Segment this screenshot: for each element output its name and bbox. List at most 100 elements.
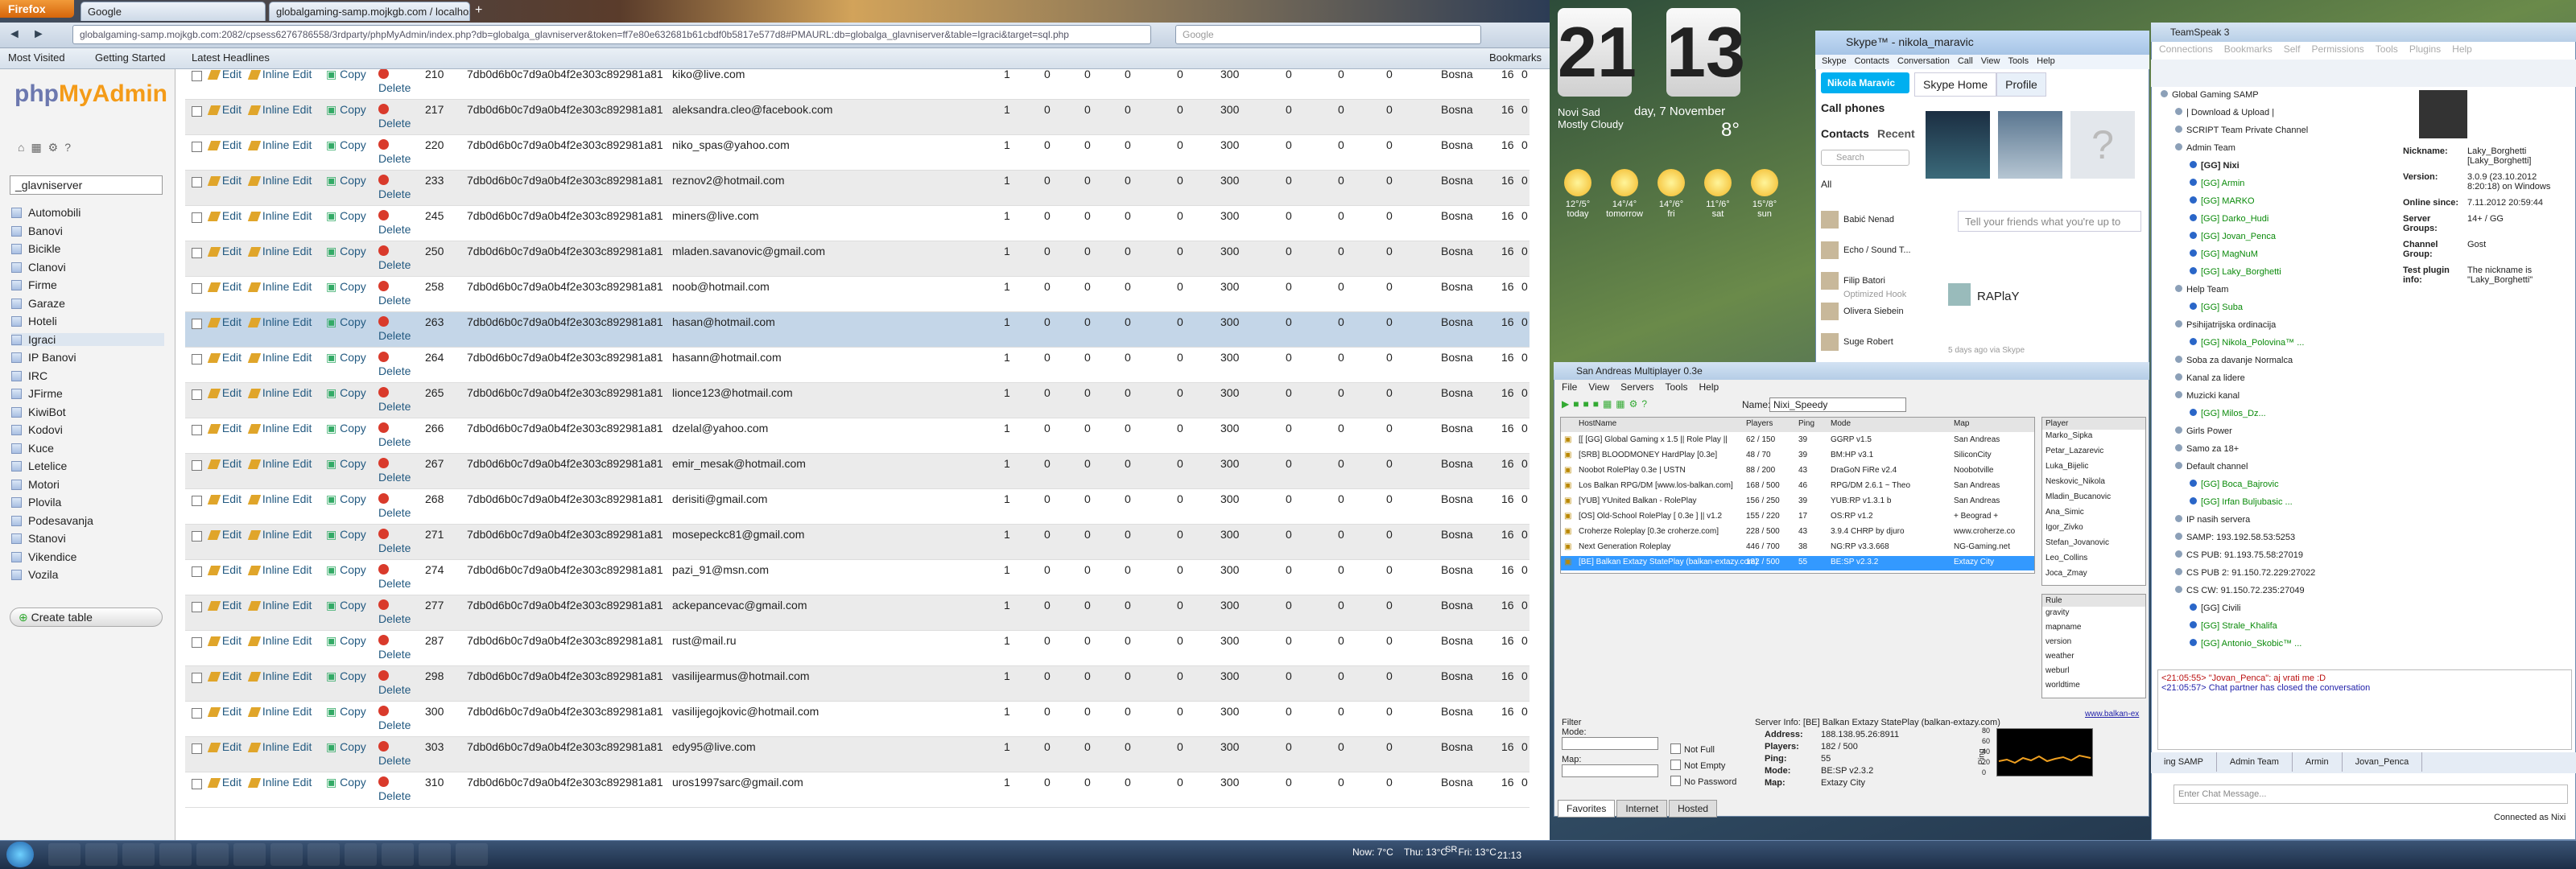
edit-link[interactable]: Edit bbox=[207, 528, 242, 541]
ie-taskbar-icon[interactable] bbox=[419, 843, 451, 866]
checkbox[interactable] bbox=[192, 389, 202, 400]
skype-profile-tab[interactable]: Profile bbox=[1996, 72, 2046, 97]
skype-contact[interactable]: Filip Batori Optimized Hook bbox=[1821, 272, 1906, 299]
inline-edit-link[interactable]: Inline Edit bbox=[247, 528, 312, 541]
copy-link[interactable]: ▣ Copy bbox=[326, 280, 366, 294]
samp-name-input[interactable]: Nixi_Speedy bbox=[1769, 397, 1906, 412]
checkbox[interactable] bbox=[192, 496, 202, 506]
delete-link[interactable]: Delete bbox=[378, 455, 411, 484]
samp-tab[interactable]: Hosted bbox=[1669, 800, 1718, 818]
ts3-taskbar-icon[interactable] bbox=[456, 843, 488, 866]
samp-column-header[interactable]: Map bbox=[1954, 419, 1969, 428]
row-checkbox[interactable] bbox=[192, 425, 202, 438]
checkbox[interactable] bbox=[192, 283, 202, 294]
samp-menu-item[interactable]: File bbox=[1562, 381, 1577, 393]
copy-link[interactable]: ▣ Copy bbox=[326, 740, 366, 754]
table-item[interactable]: Plovila bbox=[11, 496, 61, 509]
explorer-taskbar-icon[interactable] bbox=[122, 843, 155, 866]
row-checkbox[interactable] bbox=[192, 637, 202, 650]
checkbox[interactable] bbox=[1670, 743, 1681, 754]
inline-edit-link[interactable]: Inline Edit bbox=[247, 69, 312, 80]
table-row[interactable]: Edit Inline Edit ▣ Copy Delete 266 7db0d6b0c… bbox=[185, 418, 1530, 454]
copy-link[interactable]: ▣ Copy bbox=[326, 669, 366, 683]
ts-tree-node[interactable]: [GG] Darko_Hudi bbox=[2190, 214, 2268, 224]
samp-server-row[interactable]: ▣ [[ [GG] Global Gaming x 1.5 || Role Pla… bbox=[1561, 434, 2034, 448]
table-row[interactable]: Edit Inline Edit ▣ Copy Delete 274 7db0d6b0c… bbox=[185, 560, 1530, 595]
table-row[interactable]: Edit Inline Edit ▣ Copy Delete 263 7db0d6b0c… bbox=[185, 312, 1530, 348]
ts-tree-node[interactable]: [GG] Nikola_Polovina™ ... bbox=[2190, 338, 2304, 348]
samp-toolbar-icons[interactable]: ▶■■■▦▦⚙? bbox=[1562, 398, 1651, 410]
table-item[interactable]: IRC bbox=[11, 369, 47, 382]
table-row[interactable]: Edit Inline Edit ▣ Copy Delete 220 7db0d6b0c… bbox=[185, 135, 1530, 171]
delete-link[interactable]: Delete bbox=[378, 69, 411, 95]
samp-server-row[interactable]: ▣ [BE] Balkan Extazy StatePlay (balkan-ex… bbox=[1561, 556, 2034, 570]
ts-menu-item[interactable]: Help bbox=[2452, 43, 2472, 55]
copy-link[interactable]: ▣ Copy bbox=[326, 457, 366, 471]
table-item[interactable]: Podesavanja bbox=[11, 514, 93, 527]
table-item[interactable]: KiwiBot bbox=[11, 406, 66, 418]
checkbox[interactable] bbox=[192, 354, 202, 364]
ts-tree-node[interactable]: [GG] Civili bbox=[2190, 603, 2241, 613]
skype-user-button[interactable]: Nikola Maravic bbox=[1821, 72, 1909, 93]
table-row[interactable]: Edit Inline Edit ▣ Copy Delete 267 7db0d6b0c… bbox=[185, 454, 1530, 489]
checkbox[interactable] bbox=[192, 566, 202, 577]
samp-server-row[interactable]: ▣ Next Generation Roleplay 446 / 700 38 NG:R… bbox=[1561, 541, 2034, 555]
filter-option[interactable]: Not Empty bbox=[1670, 760, 1725, 771]
table-row[interactable]: Edit Inline Edit ▣ Copy Delete 265 7db0d6b0c… bbox=[185, 383, 1530, 418]
row-checkbox[interactable] bbox=[192, 212, 202, 225]
copy-link[interactable]: ▣ Copy bbox=[326, 422, 366, 435]
delete-link[interactable]: Delete bbox=[378, 703, 411, 732]
ts-tree-node[interactable]: Kanal za lidere bbox=[2175, 373, 2245, 383]
table-row[interactable]: Edit Inline Edit ▣ Copy Delete 303 7db0d6b0c… bbox=[185, 737, 1530, 772]
edit-link[interactable]: Edit bbox=[207, 492, 242, 505]
copy-link[interactable]: ▣ Copy bbox=[326, 209, 366, 223]
edit-link[interactable]: Edit bbox=[207, 69, 242, 80]
table-row[interactable]: Edit Inline Edit ▣ Copy Delete 233 7db0d6b0c… bbox=[185, 171, 1530, 206]
row-checkbox[interactable] bbox=[192, 566, 202, 579]
table-item[interactable]: Garaze bbox=[11, 297, 65, 310]
table-row[interactable]: Edit Inline Edit ▣ Copy Delete 300 7db0d6b0c… bbox=[185, 702, 1530, 737]
table-row[interactable]: Edit Inline Edit ▣ Copy Delete 310 7db0d6b0c… bbox=[185, 772, 1530, 808]
tray-lang[interactable]: SR bbox=[1445, 845, 1457, 855]
row-checkbox[interactable] bbox=[192, 354, 202, 367]
table-row[interactable]: Edit Inline Edit ▣ Copy Delete 268 7db0d6b0c… bbox=[185, 489, 1530, 525]
bookmark-getting-started[interactable]: Getting Started bbox=[95, 51, 165, 64]
samp-menu-item[interactable]: Help bbox=[1699, 381, 1719, 393]
pma-toolbar-icons[interactable]: ⌂▦⚙? bbox=[18, 141, 77, 154]
delete-link[interactable]: Delete bbox=[378, 491, 411, 520]
checkbox[interactable] bbox=[192, 248, 202, 258]
inline-edit-link[interactable]: Inline Edit bbox=[247, 740, 312, 753]
copy-link[interactable]: ▣ Copy bbox=[326, 138, 366, 152]
table-item[interactable]: Firme bbox=[11, 278, 57, 291]
row-checkbox[interactable] bbox=[192, 743, 202, 756]
ts-tree-node[interactable]: CS PUB 2: 91.150.72.229:27022 bbox=[2175, 568, 2315, 578]
ts-tree-node[interactable]: SCRIPT Team Private Channel bbox=[2175, 126, 2308, 135]
database-select[interactable]: _glavniserver bbox=[10, 175, 163, 195]
row-checkbox[interactable] bbox=[192, 283, 202, 296]
filter-mode-input[interactable] bbox=[1562, 737, 1658, 750]
table-item[interactable]: JFirme bbox=[11, 387, 63, 400]
firefox-taskbar-icon[interactable] bbox=[48, 843, 80, 866]
delete-link[interactable]: Delete bbox=[378, 101, 411, 130]
edit-link[interactable]: Edit bbox=[207, 138, 242, 151]
ts-tree-node[interactable]: [GG] Antonio_Skobic™ ... bbox=[2190, 639, 2301, 649]
ts-tree-node[interactable]: SAMP: 193.192.58.53:5253 bbox=[2175, 533, 2295, 542]
samp-server-row[interactable]: ▣ [SRB] BLOODMONEY HardPlay [0.3e] 48 / 70… bbox=[1561, 449, 2034, 463]
checkbox[interactable] bbox=[192, 142, 202, 152]
filter-option[interactable]: No Password bbox=[1670, 776, 1736, 787]
edit-link[interactable]: Edit bbox=[207, 103, 242, 116]
samp-column-header[interactable]: HostName bbox=[1579, 419, 1616, 428]
firefox-menu-button[interactable]: Firefox bbox=[0, 0, 74, 18]
inline-edit-link[interactable]: Inline Edit bbox=[247, 776, 312, 789]
skype-tab-recent[interactable]: Recent bbox=[1877, 127, 1915, 140]
checkbox[interactable] bbox=[192, 460, 202, 471]
inline-edit-link[interactable]: Inline Edit bbox=[247, 563, 312, 576]
checkbox[interactable] bbox=[192, 708, 202, 719]
ts-tree-node[interactable]: [GG] Jovan_Penca bbox=[2190, 232, 2276, 241]
skype-call-phones[interactable]: Call phones bbox=[1821, 101, 1885, 114]
delete-link[interactable]: Delete bbox=[378, 314, 411, 343]
ts-menu-item[interactable]: Plugins bbox=[2409, 43, 2441, 55]
skype-filter-all[interactable]: All bbox=[1821, 179, 1831, 190]
skype-mood-input[interactable]: Tell your friends what you're up to bbox=[1958, 211, 2141, 232]
inline-edit-link[interactable]: Inline Edit bbox=[247, 457, 312, 470]
